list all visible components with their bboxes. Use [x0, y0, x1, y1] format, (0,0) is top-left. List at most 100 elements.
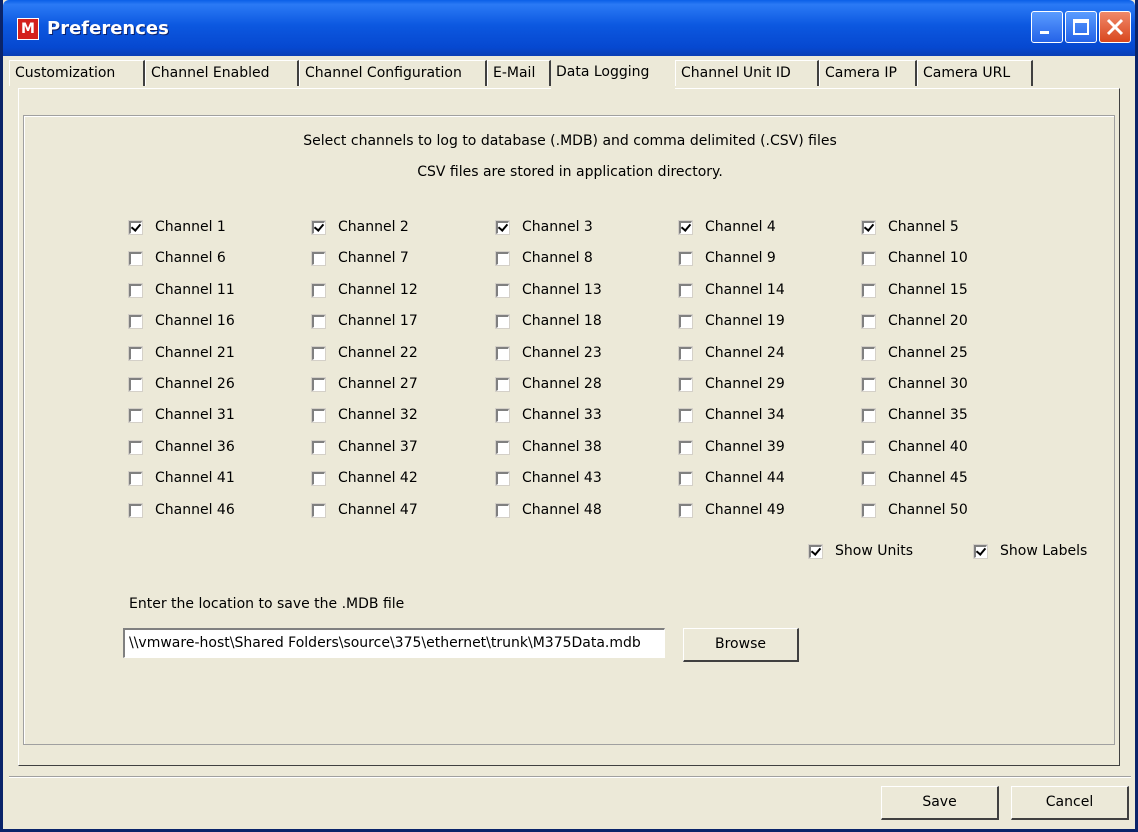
channel-checkbox[interactable]: Channel 34 — [678, 405, 785, 425]
channel-checkbox[interactable]: Channel 44 — [678, 468, 785, 488]
channel-checkbox[interactable]: Channel 25 — [861, 343, 968, 363]
channel-checkbox[interactable]: Channel 40 — [861, 437, 968, 457]
channel-checkbox[interactable]: Channel 24 — [678, 343, 785, 363]
checkbox-box[interactable] — [678, 439, 693, 455]
checkbox-box[interactable] — [128, 376, 143, 392]
channel-checkbox[interactable]: Channel 7 — [311, 248, 409, 268]
checkbox-box[interactable] — [861, 345, 876, 361]
channel-checkbox[interactable]: Channel 14 — [678, 280, 785, 300]
checkbox-box[interactable] — [808, 543, 823, 559]
channel-checkbox[interactable]: Channel 37 — [311, 437, 418, 457]
channel-checkbox[interactable]: Channel 23 — [495, 343, 602, 363]
tab-channel-enabled[interactable]: Channel Enabled — [145, 60, 299, 86]
channel-checkbox[interactable]: Channel 36 — [128, 437, 235, 457]
channel-checkbox[interactable]: Channel 16 — [128, 311, 235, 331]
channel-checkbox[interactable]: Channel 50 — [861, 500, 968, 520]
channel-checkbox[interactable]: Channel 29 — [678, 374, 785, 394]
checkbox-box[interactable] — [678, 345, 693, 361]
checkbox-box[interactable] — [678, 250, 693, 266]
checkbox-box[interactable] — [311, 376, 326, 392]
checkbox-box[interactable] — [678, 502, 693, 518]
checkbox-box[interactable] — [495, 219, 510, 235]
checkbox-box[interactable] — [495, 407, 510, 423]
channel-checkbox[interactable]: Channel 12 — [311, 280, 418, 300]
channel-checkbox[interactable]: Channel 26 — [128, 374, 235, 394]
checkbox-box[interactable] — [495, 250, 510, 266]
channel-checkbox[interactable]: Channel 11 — [128, 280, 235, 300]
channel-checkbox[interactable]: Channel 21 — [128, 343, 235, 363]
channel-checkbox[interactable]: Channel 17 — [311, 311, 418, 331]
channel-checkbox[interactable]: Channel 3 — [495, 217, 593, 237]
checkbox-box[interactable] — [311, 313, 326, 329]
channel-checkbox[interactable]: Channel 41 — [128, 468, 235, 488]
checkbox-box[interactable] — [128, 439, 143, 455]
checkbox-box[interactable] — [311, 219, 326, 235]
checkbox-box[interactable] — [128, 219, 143, 235]
channel-checkbox[interactable]: Channel 9 — [678, 248, 776, 268]
checkbox-box[interactable] — [861, 376, 876, 392]
channel-checkbox[interactable]: Channel 4 — [678, 217, 776, 237]
checkbox-box[interactable] — [861, 250, 876, 266]
checkbox-box[interactable] — [973, 543, 988, 559]
checkbox-box[interactable] — [495, 470, 510, 486]
channel-checkbox[interactable]: Channel 28 — [495, 374, 602, 394]
checkbox-box[interactable] — [495, 345, 510, 361]
tab-channel-configuration[interactable]: Channel Configuration — [299, 60, 487, 86]
channel-checkbox[interactable]: Channel 18 — [495, 311, 602, 331]
save-button[interactable]: Save — [881, 786, 999, 820]
checkbox-box[interactable] — [311, 502, 326, 518]
tab-camera-url[interactable]: Camera URL — [917, 60, 1033, 86]
checkbox-box[interactable] — [311, 439, 326, 455]
checkbox-box[interactable] — [311, 470, 326, 486]
tab-customization[interactable]: Customization — [9, 60, 145, 86]
channel-checkbox[interactable]: Channel 35 — [861, 405, 968, 425]
channel-checkbox[interactable]: Channel 48 — [495, 500, 602, 520]
checkbox-box[interactable] — [128, 345, 143, 361]
channel-checkbox[interactable]: Channel 27 — [311, 374, 418, 394]
channel-checkbox[interactable]: Channel 49 — [678, 500, 785, 520]
channel-checkbox[interactable]: Channel 20 — [861, 311, 968, 331]
minimize-button[interactable] — [1031, 11, 1063, 43]
browse-button[interactable]: Browse — [683, 628, 799, 662]
checkbox-box[interactable] — [861, 282, 876, 298]
channel-checkbox[interactable]: Channel 43 — [495, 468, 602, 488]
channel-checkbox[interactable]: Channel 1 — [128, 217, 226, 237]
show-units-checkbox[interactable]: Show Units — [808, 541, 913, 561]
checkbox-box[interactable] — [861, 219, 876, 235]
checkbox-box[interactable] — [678, 282, 693, 298]
checkbox-box[interactable] — [311, 345, 326, 361]
checkbox-box[interactable] — [495, 282, 510, 298]
close-button[interactable] — [1099, 11, 1131, 43]
cancel-button[interactable]: Cancel — [1011, 786, 1129, 820]
channel-checkbox[interactable]: Channel 32 — [311, 405, 418, 425]
show-labels-checkbox[interactable]: Show Labels — [973, 541, 1087, 561]
checkbox-box[interactable] — [128, 470, 143, 486]
channel-checkbox[interactable]: Channel 8 — [495, 248, 593, 268]
channel-checkbox[interactable]: Channel 13 — [495, 280, 602, 300]
checkbox-box[interactable] — [861, 502, 876, 518]
channel-checkbox[interactable]: Channel 10 — [861, 248, 968, 268]
checkbox-box[interactable] — [678, 313, 693, 329]
checkbox-box[interactable] — [311, 407, 326, 423]
channel-checkbox[interactable]: Channel 22 — [311, 343, 418, 363]
checkbox-box[interactable] — [311, 282, 326, 298]
channel-checkbox[interactable]: Channel 5 — [861, 217, 959, 237]
checkbox-box[interactable] — [678, 470, 693, 486]
tab-data-logging[interactable]: Data Logging — [551, 58, 675, 90]
checkbox-box[interactable] — [861, 470, 876, 486]
mdb-location-input[interactable]: \\vmware-host\Shared Folders\source\375\… — [123, 628, 665, 658]
checkbox-box[interactable] — [128, 407, 143, 423]
channel-checkbox[interactable]: Channel 39 — [678, 437, 785, 457]
checkbox-box[interactable] — [128, 502, 143, 518]
checkbox-box[interactable] — [678, 219, 693, 235]
tab-channel-unit-id[interactable]: Channel Unit ID — [675, 60, 819, 86]
channel-checkbox[interactable]: Channel 15 — [861, 280, 968, 300]
channel-checkbox[interactable]: Channel 19 — [678, 311, 785, 331]
checkbox-box[interactable] — [495, 313, 510, 329]
checkbox-box[interactable] — [128, 282, 143, 298]
channel-checkbox[interactable]: Channel 45 — [861, 468, 968, 488]
checkbox-box[interactable] — [495, 439, 510, 455]
channel-checkbox[interactable]: Channel 47 — [311, 500, 418, 520]
channel-checkbox[interactable]: Channel 42 — [311, 468, 418, 488]
checkbox-box[interactable] — [861, 313, 876, 329]
